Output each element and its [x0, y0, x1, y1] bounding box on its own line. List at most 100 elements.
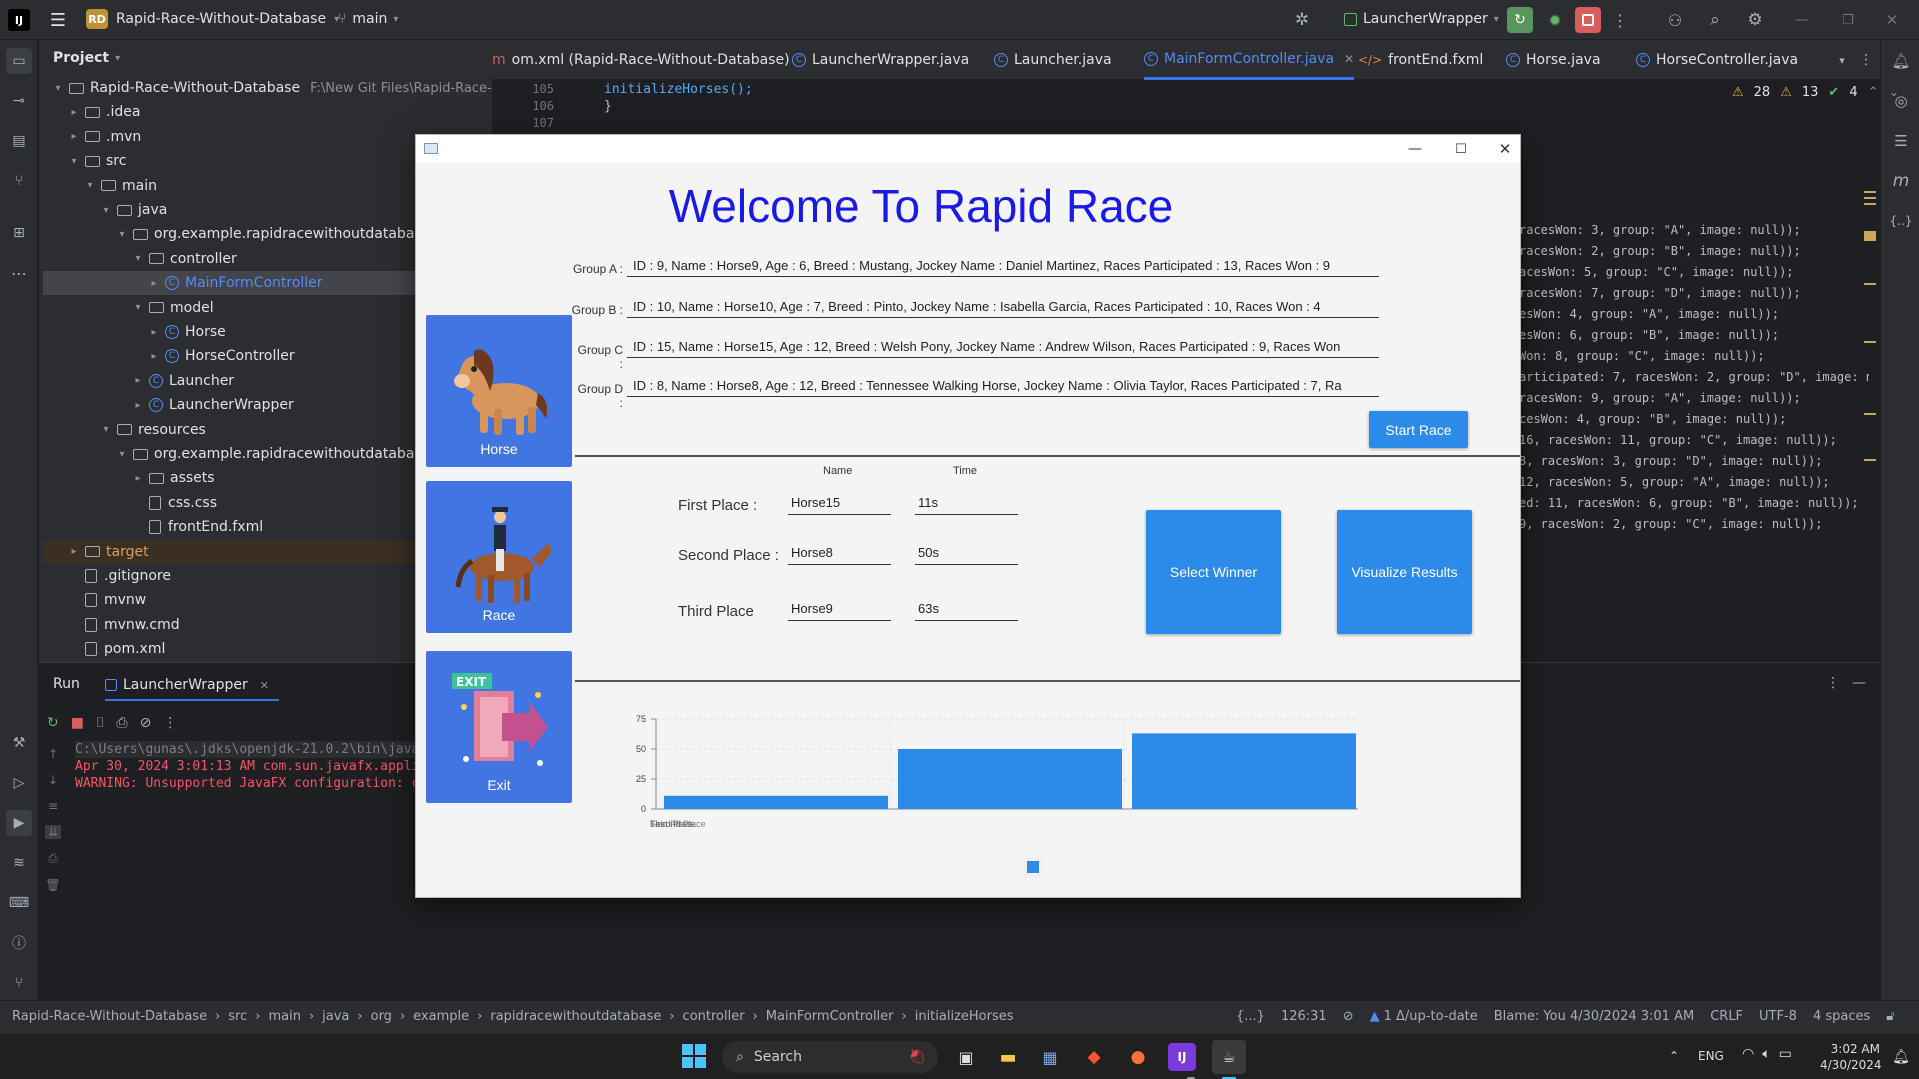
tree-item[interactable]: ▸ C Horse [147, 320, 225, 344]
tab-mainformcontroller[interactable]: C MainFormController.java ✕ [1144, 40, 1355, 80]
scroll-end-icon[interactable]: ⇊ [44, 825, 62, 839]
chevron-up-icon[interactable]: ⌃ [1868, 85, 1879, 100]
restore-icon[interactable]: ❐ [1836, 7, 1860, 33]
chevron-down-icon[interactable]: ▾ [51, 83, 65, 94]
tree-item[interactable]: ▾ main [83, 174, 157, 198]
tree-item[interactable]: ▾ java [99, 198, 167, 222]
trash-icon[interactable]: 🗑︎ [45, 878, 60, 892]
arrow-down-icon[interactable]: ↓ [48, 773, 58, 787]
tab-horse[interactable]: C Horse.java [1506, 40, 1601, 80]
group-a-field[interactable]: ID : 9, Name : Horse9, Age : 6, Breed : … [627, 255, 1379, 277]
project-selector[interactable]: RD Rapid-Race-Without-Database ▾ [86, 9, 339, 29]
group-b-field[interactable]: ID : 10, Name : Horse10, Age : 7, Breed … [627, 296, 1379, 318]
tree-item[interactable]: ▾ src [67, 149, 126, 173]
tree-item[interactable]: ▾ model [131, 296, 213, 320]
git-tool-icon[interactable]: ⑂ [6, 970, 32, 996]
chevron-right-icon[interactable]: ▸ [67, 131, 81, 142]
blame-info[interactable]: Blame: You 4/30/2024 3:01 AM [1494, 1009, 1694, 1024]
inspection-widget[interactable]: ⚠ 28 ⚠ 13 ✔ 4 ⌃ ⌄ [1732, 85, 1899, 100]
more-vertical-icon[interactable]: ⋮ [163, 715, 177, 731]
arrow-up-icon[interactable]: ↑ [48, 747, 58, 761]
no-inspection-icon[interactable]: ⊘ [1343, 1009, 1354, 1024]
chevron-down-icon[interactable]: ⌄ [1889, 85, 1900, 100]
close-tab-icon[interactable]: ✕ [1344, 52, 1354, 66]
race-button[interactable]: Race [426, 481, 572, 633]
taskbar-search[interactable]: ⌕ Search 🍓︎ [722, 1041, 938, 1073]
tree-item[interactable]: ▸ .idea [67, 100, 140, 124]
chevron-right-icon[interactable]: ▸ [67, 546, 81, 557]
minimize-icon[interactable]: — [1790, 7, 1814, 33]
more-vertical-icon[interactable]: ⋮ [1610, 7, 1630, 33]
chevron-right-icon[interactable]: ▸ [147, 351, 161, 362]
line-separator[interactable]: CRLF [1710, 1009, 1743, 1024]
hide-panel-icon[interactable]: — [1849, 673, 1869, 693]
search-icon[interactable]: ⌕ [1702, 7, 1728, 33]
camera-icon[interactable]: ⌷ [96, 715, 104, 731]
breadcrumb-item[interactable]: main [268, 1009, 300, 1024]
breadcrumb-item[interactable]: MainFormController [766, 1009, 894, 1024]
tree-item[interactable]: ▸ C LauncherWrapper [131, 393, 293, 417]
chevron-down-icon[interactable]: ▾ [115, 449, 129, 460]
chevron-down-icon[interactable]: ▾ [131, 302, 145, 313]
group-c-field[interactable]: ID : 15, Name : Horse15, Age : 12, Breed… [627, 336, 1379, 358]
more-vertical-icon[interactable]: ⋮ [1856, 50, 1876, 70]
breadcrumb-item[interactable]: org [371, 1009, 392, 1024]
build-tool-icon[interactable]: ⚒ [6, 730, 32, 756]
breadcrumb-item[interactable]: rapidracewithoutdatabase [490, 1009, 661, 1024]
chevron-down-icon[interactable]: ▾ [83, 180, 97, 191]
tab-launcherwrapper[interactable]: C LauncherWrapper.java [792, 40, 969, 80]
tree-item[interactable]: frontEnd.fxml [131, 515, 263, 539]
breadcrumb-item[interactable]: src [228, 1009, 247, 1024]
visualize-results-button[interactable]: Visualize Results [1337, 510, 1472, 634]
debug-icon[interactable]: ✹ [1542, 7, 1568, 33]
chevron-down-icon[interactable]: ▾ [99, 205, 113, 216]
breadcrumb-item[interactable]: controller [683, 1009, 745, 1024]
tree-item[interactable]: ▸ C Launcher [131, 369, 234, 393]
chevron-down-icon[interactable]: ▾ [1832, 50, 1852, 70]
project-tool-icon[interactable]: ▭ [6, 48, 32, 74]
clock[interactable]: 3:02 AM 4/30/2024 [1820, 1041, 1882, 1073]
close-icon[interactable]: ✕ [1880, 7, 1904, 33]
third-place-time-field[interactable]: 63s [915, 597, 1018, 621]
maven-icon[interactable]: m [1888, 168, 1914, 194]
rerun-icon[interactable]: ↻ [1507, 7, 1533, 33]
group-d-field[interactable]: ID : 8, Name : Horse8, Age : 12, Breed :… [627, 375, 1379, 397]
run-tab[interactable]: Run [53, 676, 80, 692]
rerun-icon[interactable]: ↻ [47, 715, 59, 731]
tab-launcher[interactable]: C Launcher.java [994, 40, 1112, 80]
chevron-down-icon[interactable]: ▾ [115, 229, 129, 240]
settings-gear-icon[interactable]: ⚙ [1742, 7, 1768, 33]
soft-wrap-icon[interactable]: ≡ [48, 799, 58, 813]
close-icon[interactable]: ✕ [1490, 137, 1520, 161]
chevron-right-icon[interactable]: ▸ [67, 107, 81, 118]
bookmarks-tool-icon[interactable]: ▤ [6, 128, 32, 154]
indent-setting[interactable]: 4 spaces [1813, 1009, 1870, 1024]
chevron-right-icon[interactable]: ▸ [131, 400, 145, 411]
tree-item[interactable]: ▾ Rapid-Race-Without-Database F:\New Git F… [51, 76, 492, 100]
tree-item[interactable]: css.css [131, 491, 217, 515]
lock-icon[interactable]: 🔓︎ [1886, 1009, 1894, 1024]
chevron-right-icon[interactable]: ▸ [131, 375, 145, 386]
run-config-tab[interactable]: LauncherWrapper ✕ [105, 671, 279, 701]
intellij-logo-icon[interactable]: IJ [8, 9, 30, 31]
select-winner-button[interactable]: Select Winner [1146, 510, 1281, 634]
branch-selector[interactable]: ⑂ main ▾ [338, 11, 398, 27]
breadcrumb-item[interactable]: example [413, 1009, 469, 1024]
run-tool-icon[interactable]: ▶ [6, 810, 32, 836]
notifications-bell-icon[interactable]: 🔔︎ [1888, 48, 1914, 74]
debug-bug-icon[interactable]: ✲ [1290, 8, 1314, 32]
chevron-right-icon[interactable]: ▸ [131, 473, 145, 484]
brace-indicator[interactable]: {...} [1236, 1009, 1265, 1024]
tree-item[interactable]: pom.xml [67, 637, 165, 661]
project-panel-header[interactable]: Project ▾ [53, 50, 120, 66]
database-icon[interactable]: ☰ [1888, 128, 1914, 154]
profiler-icon[interactable]: ⊘ [140, 715, 152, 731]
close-tab-icon[interactable]: ✕ [260, 679, 269, 692]
tree-item[interactable]: mvnw.cmd [67, 613, 180, 637]
tray-chevron-up-icon[interactable]: ⌃ [1664, 1046, 1684, 1066]
windows-start-icon[interactable] [682, 1044, 706, 1068]
stop-icon[interactable] [1575, 7, 1601, 33]
stop-icon[interactable]: ■ [71, 715, 84, 731]
dump-icon[interactable]: ⎙ [116, 715, 127, 731]
main-menu-icon[interactable]: ☰ [46, 8, 70, 32]
